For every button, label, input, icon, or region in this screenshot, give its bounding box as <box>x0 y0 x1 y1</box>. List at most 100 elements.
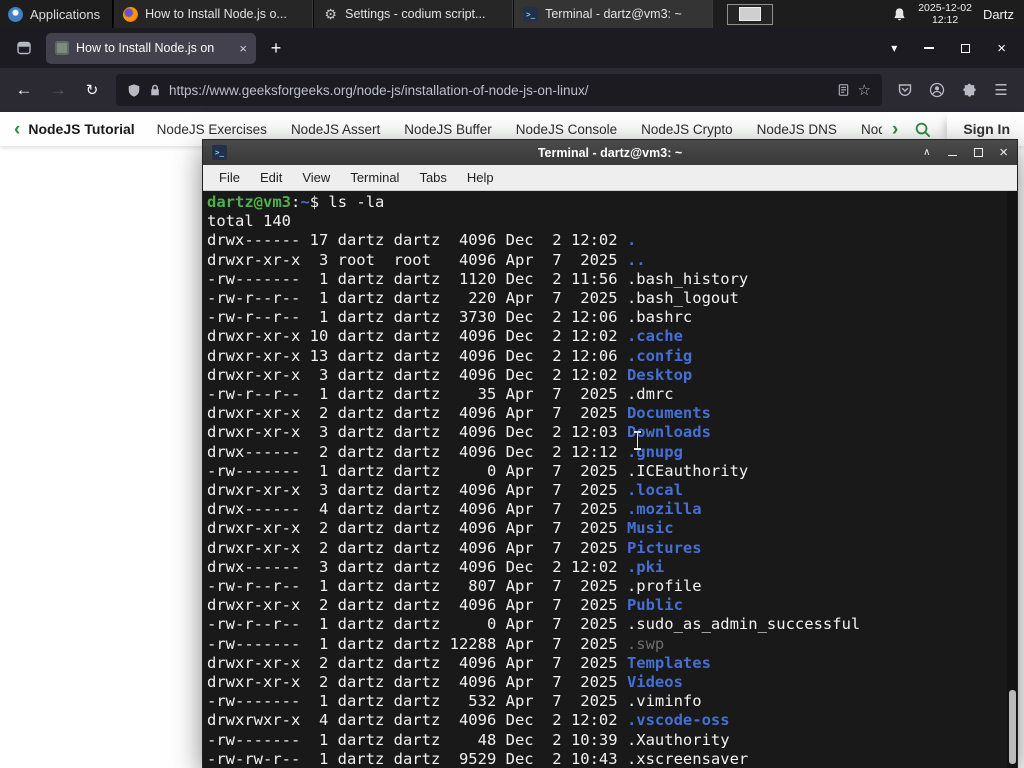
taskbar-tray: 2025-12-02 12:12 Dartz <box>882 0 1024 28</box>
file-name: .dmrc <box>626 385 674 404</box>
file-name: .bash_logout <box>626 289 739 308</box>
ls-row: -rw-r--r-- 1 dartz dartz 3730 Dec 2 12:0… <box>207 308 693 327</box>
terminal-maximize-button[interactable] <box>973 148 984 157</box>
taskbar-button-firefox[interactable]: How to Install Node.js o... <box>113 0 314 28</box>
forward-button[interactable] <box>42 74 74 106</box>
tab-favicon-icon <box>55 41 69 55</box>
menu-terminal[interactable]: Terminal <box>341 167 408 188</box>
shade-button[interactable] <box>921 147 932 158</box>
file-name: .sudo_as_admin_successful <box>626 615 861 634</box>
browser-tab[interactable]: How to Install Node.js on <box>46 32 256 64</box>
nav-link[interactable]: NodeJS Console <box>516 122 617 137</box>
taskbar-window-buttons: How to Install Node.js o... ⚙ Settings - c… <box>113 0 714 28</box>
menu-file[interactable]: File <box>210 167 249 188</box>
minimize-button[interactable] <box>923 47 934 49</box>
ls-row: -rw-r--r-- 1 dartz dartz 807 Apr 7 2025 … <box>207 577 702 596</box>
extensions-puzzle-icon[interactable] <box>954 75 984 105</box>
terminal-titlebar[interactable]: >_ Terminal - dartz@vm3: ~ <box>203 140 1017 165</box>
file-name: .viminfo <box>626 692 702 711</box>
reload-button[interactable] <box>76 74 108 106</box>
screen: Applications How to Install Node.js o...… <box>0 0 1024 768</box>
dir-name: .cache <box>626 327 683 346</box>
dir-name: Public <box>626 596 683 615</box>
nav-back-tutorial[interactable]: NodeJS Tutorial <box>14 120 134 139</box>
ls-row: drwxr-xr-x 3 dartz dartz 4096 Apr 7 2025… <box>207 481 683 500</box>
bookmark-star-icon[interactable] <box>858 81 871 99</box>
close-button[interactable] <box>997 41 1006 56</box>
taskbar-button-terminal[interactable]: >_ Terminal - dartz@vm3: ~ <box>513 0 714 28</box>
prompt-symbol: $ <box>309 193 320 211</box>
file-name: .bashrc <box>626 308 693 327</box>
taskbar-button-settings-gear[interactable]: ⚙ Settings - codium script... <box>313 0 514 28</box>
ls-row: drwxr-xr-x 2 dartz dartz 4096 Apr 7 2025… <box>207 404 711 423</box>
url-text: https://www.geeksforgeeks.org/node-js/in… <box>169 82 589 98</box>
dir-name: Downloads <box>626 423 711 442</box>
scrollbar-thumb[interactable] <box>1009 690 1016 764</box>
terminal-output[interactable]: dartz@vm3:~$ ls -la total 140 drwx------… <box>203 191 1017 768</box>
menu-hamburger-icon[interactable] <box>986 75 1016 105</box>
nav-link[interactable]: Node <box>861 122 882 137</box>
nav-link[interactable]: NodeJS Buffer <box>404 122 492 137</box>
clock[interactable]: 2025-12-02 12:12 <box>918 2 972 26</box>
chevron-left-icon[interactable] <box>14 120 20 139</box>
ls-row: -rw------- 1 dartz dartz 532 Apr 7 2025 … <box>207 692 702 711</box>
firefox-icon <box>123 6 139 22</box>
tracking-protection-shield-icon[interactable] <box>127 83 141 98</box>
restore-button[interactable] <box>960 43 971 53</box>
list-all-tabs-icon[interactable] <box>891 41 897 55</box>
file-name: .bash_history <box>626 269 749 288</box>
user-menu[interactable]: Dartz <box>983 7 1014 22</box>
applications-menu[interactable]: Applications <box>0 0 114 28</box>
notification-bell-icon[interactable] <box>892 7 907 22</box>
dir-name: Music <box>626 519 674 538</box>
account-icon[interactable] <box>922 75 952 105</box>
nav-link[interactable]: NodeJS Assert <box>291 122 380 137</box>
firefox-view-icon[interactable] <box>10 34 38 62</box>
lock-icon[interactable] <box>149 83 161 97</box>
terminal-icon: >_ <box>523 6 539 22</box>
url-bar[interactable]: https://www.geeksforgeeks.org/node-js/in… <box>116 74 882 106</box>
settings-gear-icon: ⚙ <box>324 5 337 22</box>
ls-row: drwx------ 2 dartz dartz 4096 Dec 2 12:1… <box>207 442 683 461</box>
terminal-title: Terminal - dartz@vm3: ~ <box>537 145 683 160</box>
chevron-right-icon[interactable] <box>892 120 898 139</box>
terminal-close-button[interactable] <box>999 145 1008 160</box>
terminal-icon: >_ <box>212 145 227 160</box>
ls-row: drwx------ 17 dartz dartz 4096 Dec 2 12:… <box>207 231 637 250</box>
dir-name: .vscode-oss <box>626 711 730 730</box>
dir-name: .local <box>626 481 683 500</box>
file-name: .profile <box>626 577 702 596</box>
workspace-window-thumb <box>739 7 762 21</box>
dir-name: Pictures <box>626 538 702 557</box>
nav-link[interactable]: NodeJS Exercises <box>157 122 267 137</box>
terminal-scrollbar[interactable] <box>1007 191 1017 768</box>
tab-close-icon[interactable] <box>239 42 247 55</box>
new-tab-button[interactable] <box>262 34 290 62</box>
menu-help[interactable]: Help <box>458 167 503 188</box>
dir-name: Videos <box>626 673 683 692</box>
dir-name: Desktop <box>626 365 693 384</box>
back-button[interactable] <box>8 74 40 106</box>
search-icon[interactable] <box>914 121 931 138</box>
dir-name: Templates <box>626 653 711 672</box>
pocket-icon[interactable] <box>890 75 920 105</box>
browser-window-controls <box>923 41 1014 56</box>
nav-link[interactable]: NodeJS DNS <box>757 122 837 137</box>
menu-edit[interactable]: Edit <box>251 167 291 188</box>
prompt-userhost: dartz@vm3 <box>207 193 291 211</box>
reader-mode-icon[interactable] <box>837 83 850 97</box>
dir-name: .. <box>626 250 646 269</box>
tab-title: How to Install Node.js on <box>76 41 215 55</box>
taskbar: Applications How to Install Node.js o...… <box>0 0 1024 28</box>
terminal-minimize-button[interactable] <box>947 149 958 156</box>
menu-tabs[interactable]: Tabs <box>410 167 455 188</box>
ls-row: drwxr-xr-x 3 dartz dartz 4096 Dec 2 12:0… <box>207 365 693 384</box>
applications-icon <box>8 6 23 22</box>
nav-link[interactable]: NodeJS Crypto <box>641 122 733 137</box>
menu-view[interactable]: View <box>293 167 339 188</box>
ls-row: -rw------- 1 dartz dartz 12288 Apr 7 202… <box>207 634 665 653</box>
ls-row: -rw-r--r-- 1 dartz dartz 220 Apr 7 2025 … <box>207 289 739 308</box>
workspace-switcher[interactable] <box>727 3 774 25</box>
file-name: .xscreensaver <box>626 749 749 768</box>
clock-time: 12:12 <box>931 14 959 26</box>
